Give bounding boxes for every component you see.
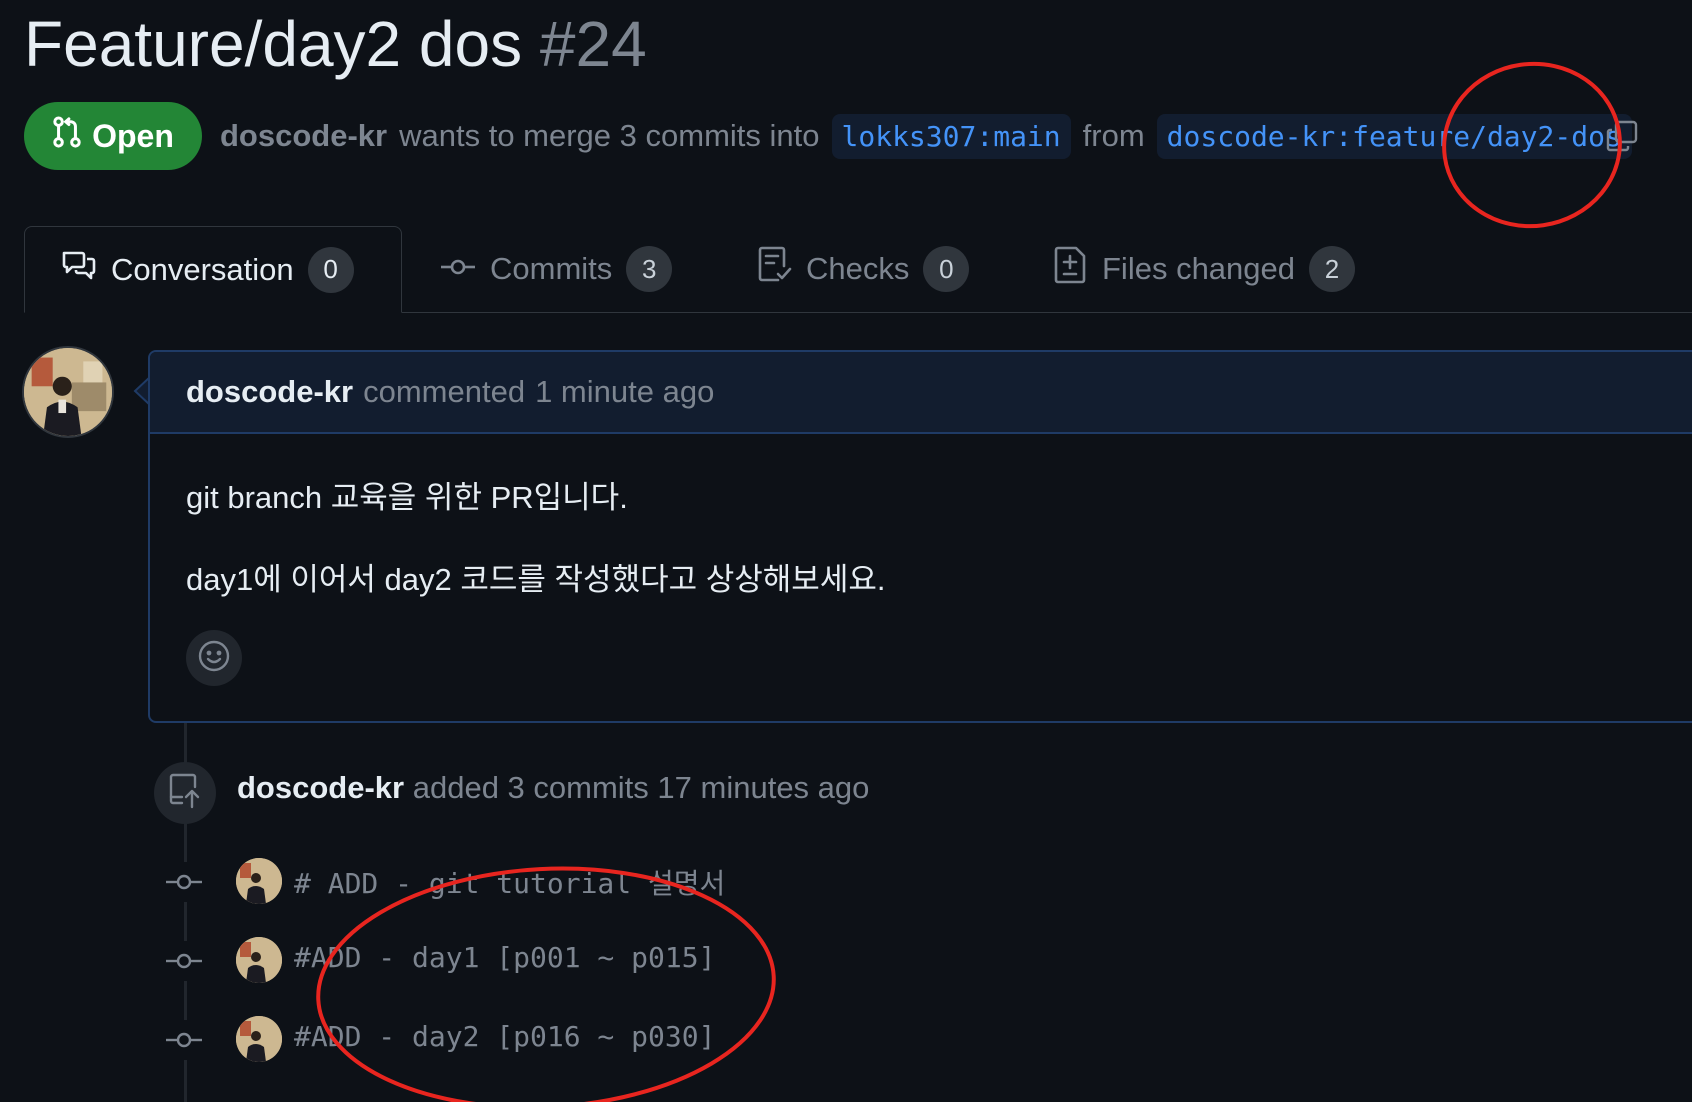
pr-number: #24	[539, 8, 647, 80]
merge-text: wants to merge 3 commits into	[399, 118, 820, 153]
base-branch-link[interactable]: lokks307:main	[831, 113, 1071, 159]
commit-row: #ADD - day2 [p016 ~ p030]	[164, 1014, 964, 1064]
commit-message-link[interactable]: #ADD - day1 [p001 ~ p015]	[294, 941, 715, 974]
comment-time[interactable]: 1 minute ago	[535, 374, 714, 410]
from-text: from	[1082, 118, 1145, 153]
status-badge: Open	[24, 102, 202, 170]
comment-line-2: day1에 이어서 day2 코드를 작성했다고 상상해보세요.	[186, 562, 886, 597]
file-diff-icon	[1054, 246, 1088, 292]
tab-checks[interactable]: Checks 0	[758, 226, 970, 312]
comment-line-1: git branch 교육을 위한 PR입니다.	[186, 480, 628, 515]
commit-row: #ADD - day1 [p001 ~ p015]	[164, 935, 964, 985]
tab-files-label: Files changed	[1102, 251, 1296, 286]
checklist-icon	[758, 246, 792, 292]
tab-commits-count: 3	[626, 246, 673, 292]
tab-commits-label: Commits	[490, 251, 613, 286]
commit-dot-icon	[164, 941, 204, 981]
comment-box: doscode-kr commented 1 minute ago git br…	[148, 350, 1692, 723]
tab-checks-count: 0	[923, 246, 970, 292]
status-label: Open	[92, 117, 174, 154]
push-event-author[interactable]: doscode-kr	[237, 770, 404, 805]
push-event-action: added 3 commits	[412, 770, 649, 805]
push-event-time[interactable]: 17 minutes ago	[657, 770, 869, 805]
tab-conversation-count: 0	[307, 246, 354, 293]
conversation-icon	[61, 249, 97, 291]
pr-author-link[interactable]: doscode-kr	[220, 118, 387, 154]
comment-action: commented	[363, 374, 526, 409]
commit-author-avatar[interactable]	[236, 937, 282, 983]
copy-icon[interactable]	[1604, 118, 1640, 154]
comment-header: doscode-kr commented 1 minute ago	[150, 352, 1692, 434]
commit-icon	[440, 251, 476, 287]
pr-meta: doscode-kr wants to merge 3 commits into…	[220, 110, 1632, 162]
head-branch-link[interactable]: doscode-kr:feature/day2-dos	[1156, 113, 1632, 159]
pr-title: Feature/day2 dos #24	[24, 4, 647, 84]
commit-author-avatar[interactable]	[236, 1016, 282, 1062]
tab-commits[interactable]: Commits 3	[440, 226, 673, 312]
tab-files-changed[interactable]: Files changed 2	[1054, 226, 1356, 312]
commit-message-link[interactable]: # ADD - git tutorial 설명서	[294, 862, 725, 902]
repo-push-icon	[168, 773, 202, 814]
commit-row: # ADD - git tutorial 설명서	[164, 856, 964, 906]
add-reaction-button[interactable]	[186, 630, 242, 686]
pr-title-text: Feature/day2 dos	[24, 8, 523, 80]
tab-conversation-label: Conversation	[111, 251, 294, 287]
tab-files-count: 2	[1309, 246, 1356, 292]
tab-conversation[interactable]: Conversation 0	[24, 226, 402, 313]
smiley-icon	[197, 639, 231, 678]
avatar[interactable]	[22, 346, 114, 438]
comment-author-link[interactable]: doscode-kr	[186, 374, 353, 410]
tab-checks-label: Checks	[806, 251, 910, 286]
commit-message-link[interactable]: #ADD - day2 [p016 ~ p030]	[294, 1020, 715, 1053]
commit-dot-icon	[164, 862, 204, 902]
commit-author-avatar[interactable]	[236, 858, 282, 904]
git-pull-request-icon	[52, 115, 82, 157]
push-event-badge	[154, 762, 216, 824]
commit-dot-icon	[164, 1020, 204, 1060]
push-event-text: doscode-kr added 3 commits 17 minutes ag…	[237, 770, 869, 806]
